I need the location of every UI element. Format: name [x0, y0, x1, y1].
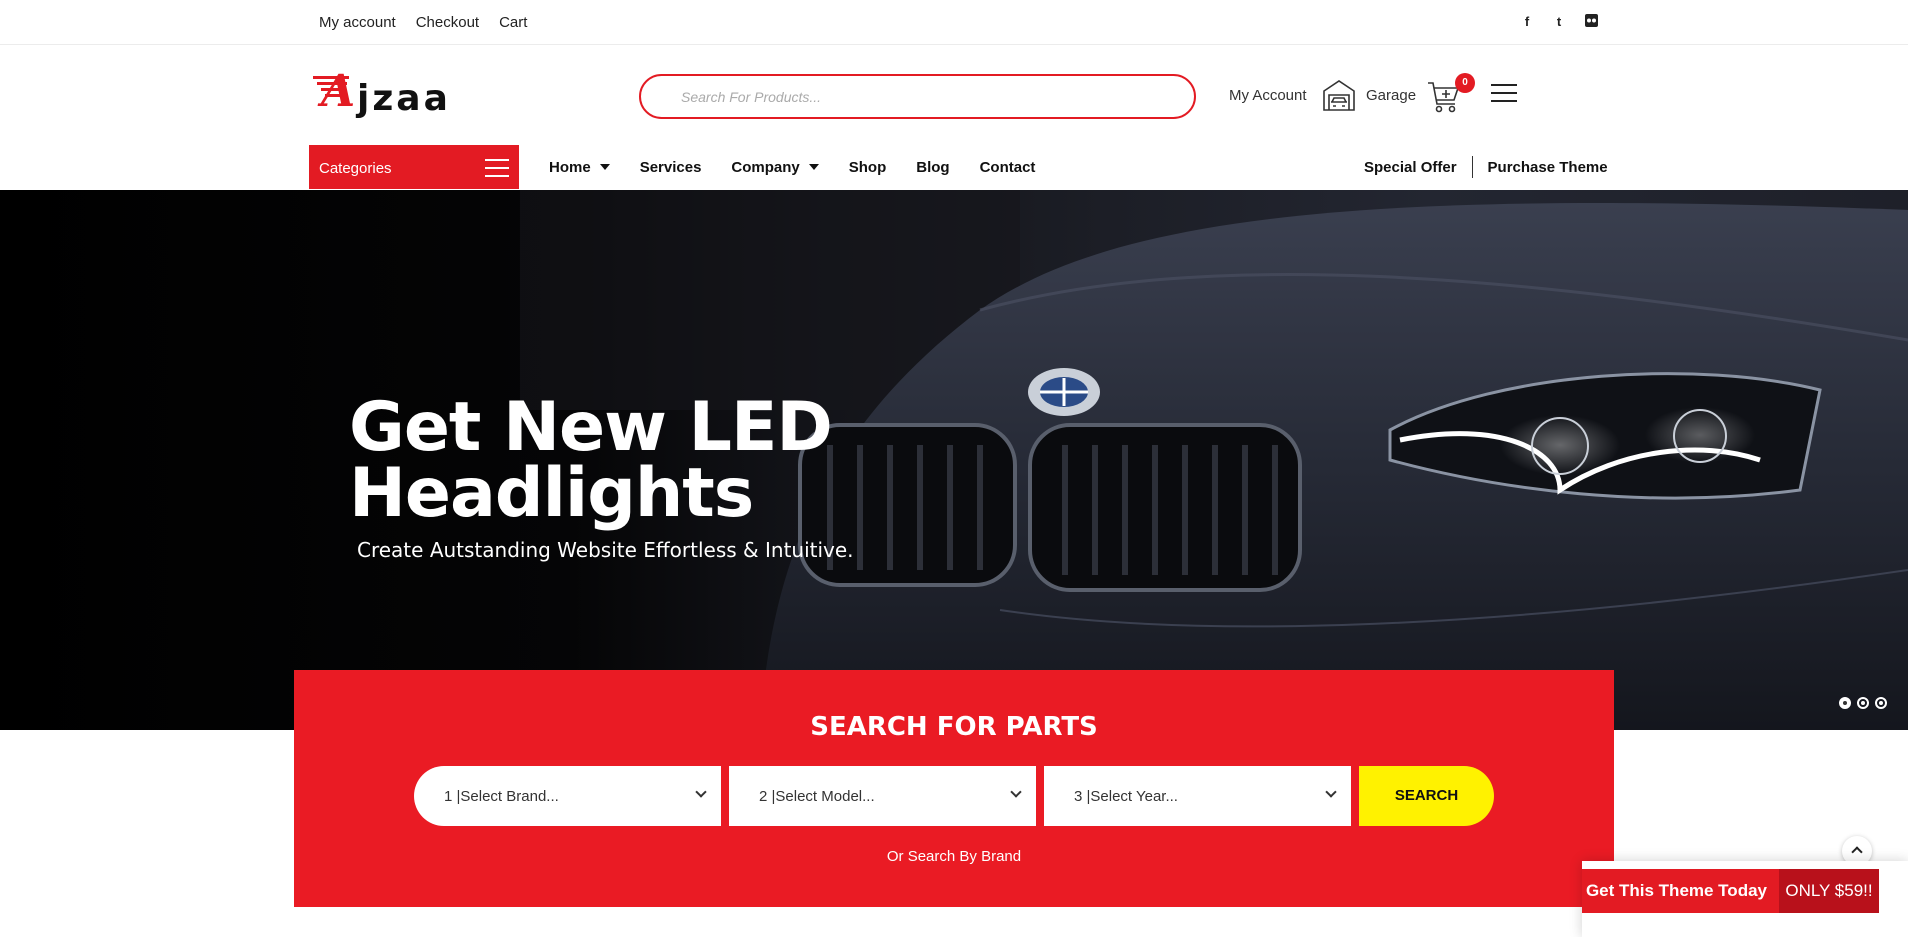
logo-letter: A — [321, 66, 356, 117]
nav-label: Company — [731, 159, 800, 176]
nav-item-contact[interactable]: Contact — [980, 159, 1036, 176]
chevron-down-icon — [1010, 786, 1022, 798]
promo-price: ONLY $59!! — [1779, 869, 1879, 913]
parts-search-button[interactable]: SEARCH — [1359, 766, 1494, 826]
year-select-value: 3 |Select Year... — [1074, 788, 1178, 805]
nav-divider — [1471, 156, 1473, 178]
hero-car-image — [520, 190, 1908, 730]
slider-dot[interactable] — [1839, 697, 1851, 709]
nav-item-company[interactable]: Company — [731, 159, 819, 176]
header-account-link[interactable]: My Account — [1229, 87, 1307, 104]
search-input[interactable] — [641, 76, 1194, 117]
my-account-link[interactable]: My account — [319, 14, 396, 31]
hero-title: Get New LED Headlights — [349, 388, 949, 533]
top-bar: My account Checkout Cart f t — [0, 0, 1908, 45]
hero-slider: Get New LED Headlights Create Autstandin… — [0, 190, 1908, 730]
nav-label: Blog — [916, 159, 950, 176]
promo-text-box: Get This Theme Today — [1582, 869, 1779, 913]
nav-item-services[interactable]: Services — [640, 159, 702, 176]
main-nav: Home Services Company Shop Blog Contact — [549, 159, 1065, 176]
product-search — [639, 74, 1196, 119]
model-select[interactable]: 2 |Select Model... — [729, 766, 1036, 826]
chevron-down-icon — [1325, 786, 1337, 798]
garage-icon[interactable] — [1321, 77, 1357, 113]
categories-label: Categories — [319, 160, 392, 177]
chevron-down-icon — [695, 786, 707, 798]
hero-subtitle: Create Autstanding Website Effortless & … — [357, 538, 854, 562]
nav-label: Shop — [848, 159, 887, 176]
nav-item-shop[interactable]: Shop — [849, 159, 887, 176]
twitter-icon[interactable]: t — [1552, 14, 1566, 30]
logo-text: jzaa — [357, 78, 451, 119]
nav-label: Home — [549, 159, 591, 176]
parts-search-panel: SEARCH FOR PARTS 1 |Select Brand... 2 |S… — [294, 670, 1614, 907]
purchase-theme-link[interactable]: Purchase Theme — [1488, 159, 1608, 178]
categories-menu-icon — [485, 159, 509, 183]
secondary-nav: Special Offer Purchase Theme — [1364, 156, 1608, 178]
slider-dot[interactable] — [1857, 697, 1869, 709]
hero-title-line: Headlights — [349, 454, 754, 533]
header-garage-link[interactable]: Garage — [1366, 87, 1416, 104]
hamburger-menu-icon[interactable] — [1491, 84, 1517, 104]
search-by-brand-link[interactable]: Or Search By Brand — [294, 848, 1614, 865]
checkout-link[interactable]: Checkout — [416, 14, 479, 31]
nav-label: Contact — [979, 159, 1036, 176]
cart-count-badge: 0 — [1455, 73, 1475, 93]
year-select[interactable]: 3 |Select Year... — [1044, 766, 1351, 826]
promo-banner[interactable]: Get This Theme Today ONLY $59!! — [1582, 861, 1908, 937]
slider-dots — [1839, 697, 1887, 709]
categories-button[interactable]: Categories — [309, 145, 519, 189]
slider-dot[interactable] — [1875, 697, 1887, 709]
top-links: My account Checkout Cart — [319, 14, 527, 31]
cart-link[interactable]: Cart — [499, 14, 527, 31]
nav-item-home[interactable]: Home — [549, 159, 610, 176]
nav-item-blog[interactable]: Blog — [916, 159, 949, 176]
model-select-value: 2 |Select Model... — [759, 788, 875, 805]
brand-select[interactable]: 1 |Select Brand... — [414, 766, 721, 826]
caret-down-icon — [599, 164, 610, 170]
social-links: f t — [1520, 14, 1598, 30]
hero-title-line: Get New LED — [349, 388, 833, 467]
facebook-icon[interactable]: f — [1520, 14, 1534, 30]
special-offer-link[interactable]: Special Offer — [1364, 159, 1457, 178]
parts-search-title: SEARCH FOR PARTS — [810, 712, 1098, 742]
promo-text: Get This Theme Today — [1585, 881, 1767, 900]
flickr-icon[interactable] — [1584, 14, 1598, 30]
nav-label: Services — [639, 159, 702, 176]
site-logo[interactable]: A jzaa — [313, 66, 478, 122]
caret-down-icon — [808, 164, 819, 170]
brand-select-value: 1 |Select Brand... — [444, 788, 559, 805]
